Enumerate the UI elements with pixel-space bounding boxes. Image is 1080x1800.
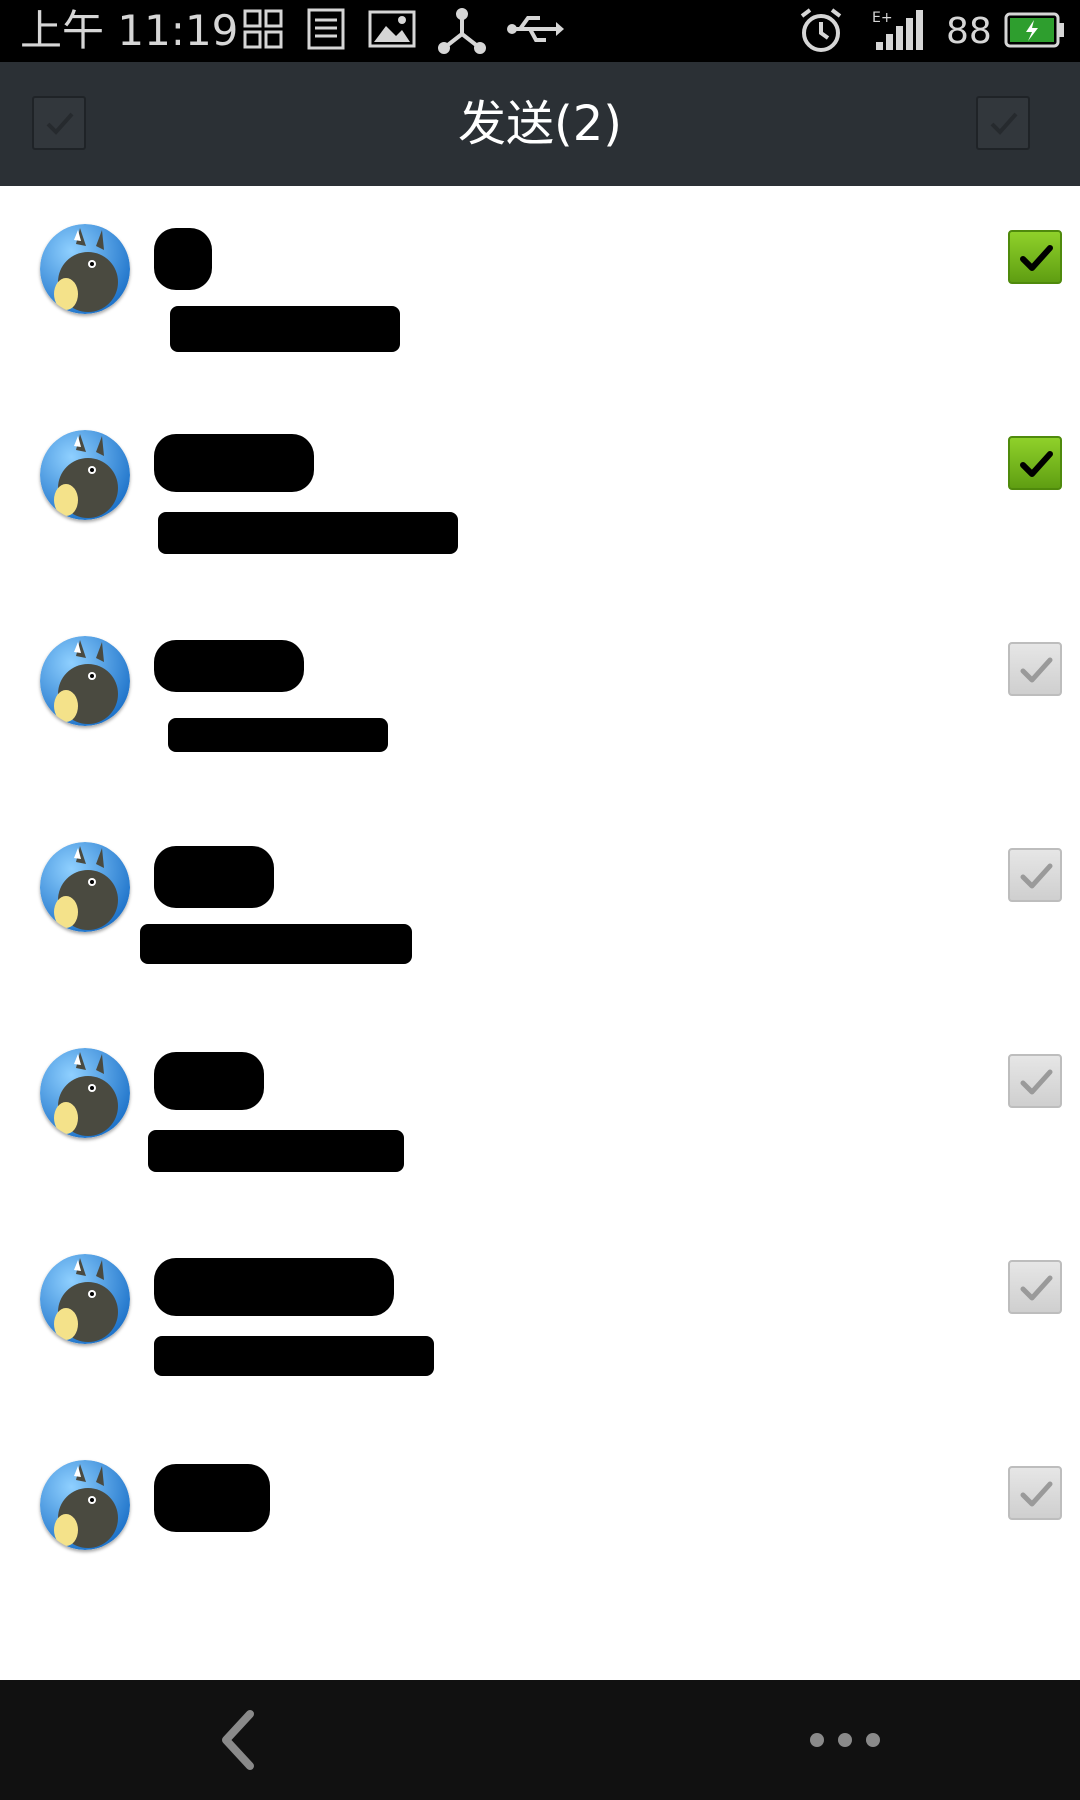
redacted-subtitle	[148, 1130, 404, 1172]
redacted-name	[154, 846, 274, 908]
notes-icon	[306, 8, 346, 54]
more-icon	[800, 1733, 890, 1784]
checkbox-unchecked[interactable]	[1008, 642, 1062, 696]
alarm-icon	[798, 8, 844, 58]
redacted-name	[154, 1464, 270, 1532]
checkbox-unchecked[interactable]	[1008, 848, 1062, 902]
checkbox-checked[interactable]	[1008, 436, 1062, 490]
usb-icon	[506, 8, 564, 54]
battery-icon	[1004, 10, 1066, 54]
redacted-subtitle	[158, 512, 458, 554]
avatar	[40, 842, 130, 932]
page-title: 发送(2)	[458, 96, 622, 152]
redacted-name	[154, 434, 314, 492]
redacted-subtitle	[140, 924, 412, 964]
select-all-checkbox-right[interactable]	[976, 96, 1030, 150]
contact-row[interactable]	[0, 1422, 1080, 1628]
contact-row[interactable]	[0, 804, 1080, 1010]
gallery-icon	[368, 8, 416, 54]
back-button[interactable]	[200, 1700, 280, 1780]
contact-row[interactable]	[0, 1010, 1080, 1216]
grid-icon	[242, 8, 284, 54]
avatar	[40, 1048, 130, 1138]
avatar	[40, 1254, 130, 1344]
svg-text:E+: E+	[872, 10, 893, 26]
checkbox-unchecked[interactable]	[1008, 1260, 1062, 1314]
redacted-name	[154, 640, 304, 692]
more-button[interactable]	[800, 1700, 890, 1780]
title-bar: 发送(2)	[0, 62, 1080, 186]
checkbox-checked[interactable]	[1008, 230, 1062, 284]
contact-row[interactable]	[0, 598, 1080, 804]
avatar	[40, 636, 130, 726]
redacted-subtitle	[170, 306, 400, 352]
checkbox-unchecked[interactable]	[1008, 1054, 1062, 1108]
redacted-name	[154, 1258, 394, 1316]
checkbox-unchecked[interactable]	[1008, 1466, 1062, 1520]
contact-row[interactable]	[0, 186, 1080, 392]
contact-list	[0, 186, 1080, 1680]
contact-row[interactable]	[0, 1216, 1080, 1422]
back-icon	[200, 1710, 280, 1784]
avatar	[40, 430, 130, 520]
status-time: 上午 11:19	[20, 6, 239, 55]
battery-level: 88	[946, 11, 992, 52]
avatar	[40, 1460, 130, 1550]
redacted-name	[154, 228, 212, 290]
share-icon	[438, 8, 486, 58]
bottom-bar	[0, 1680, 1080, 1800]
status-bar: 上午 11:19 E+ 88	[0, 0, 1080, 62]
redacted-subtitle	[154, 1336, 434, 1376]
redacted-name	[154, 1052, 264, 1110]
signal-icon: E+	[870, 8, 926, 56]
contact-row[interactable]	[0, 392, 1080, 598]
redacted-subtitle	[168, 718, 388, 752]
avatar	[40, 224, 130, 314]
